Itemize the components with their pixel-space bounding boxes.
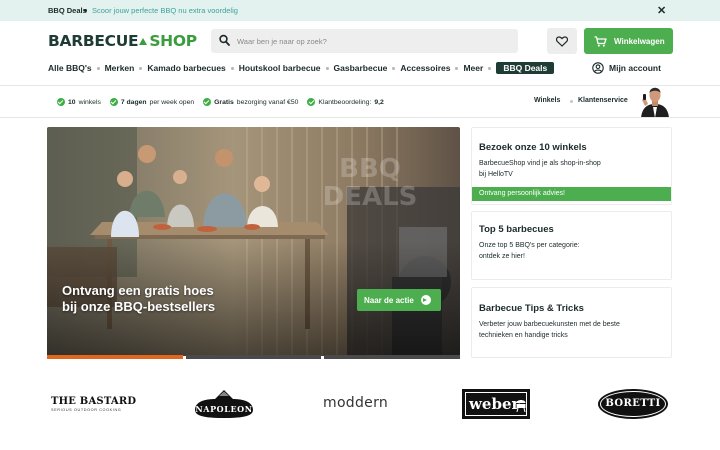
nav-item-charcoal[interactable]: Houtskool barbecue [239, 63, 321, 73]
nav-separator [325, 66, 329, 70]
brand-logo-napoleon[interactable]: NAPOLEON [191, 390, 257, 418]
nav-item-brands[interactable]: Merken [105, 63, 135, 73]
brand-logo-moddern[interactable]: moddern [323, 395, 388, 411]
account-label: Mijn account [609, 63, 661, 73]
brand-logo-the-bastard[interactable]: THE BASTARD SERIOUS OUTDOOR COOKING [51, 396, 136, 412]
card-title: Barbecue Tips & Tricks [479, 303, 584, 314]
pager-dot-3[interactable] [324, 355, 461, 359]
watermark-line-1: BBQ [339, 154, 401, 184]
card-text: BarbecueShop vind je als shop-in-shop bi… [479, 160, 601, 178]
close-icon[interactable]: ✕ [657, 4, 666, 17]
brand-name: weber [469, 395, 520, 413]
nav-item-more[interactable]: Meer [463, 63, 483, 73]
brand-name: NAPOLEON [195, 404, 253, 414]
site-logo[interactable]: BARBECUE SHOP [48, 32, 197, 50]
site-header: BARBECUE SHOP Winkelwagen [0, 21, 720, 61]
cart-button[interactable]: Winkelwagen [584, 28, 673, 54]
card-text: Onze top 5 BBQ's per categorie: ontdek z… [479, 242, 580, 260]
brand-name: BORETTI [605, 398, 661, 409]
promo-title[interactable]: BBQ Deals [48, 6, 87, 15]
check-icon [57, 98, 65, 106]
nav-separator [139, 66, 143, 70]
promo-text[interactable]: Scoor jouw perfecte BBQ nu extra voordel… [92, 6, 238, 15]
usp-free-bold: Gratis [214, 98, 234, 106]
hero-banner[interactable]: BBQ DEALS Ontvang een gratis hoes bij on… [47, 127, 460, 356]
brand-name: THE BASTARD [51, 396, 137, 407]
usp-rating-text: Klantbeoordeling: [318, 98, 372, 106]
search-bar [211, 29, 518, 53]
card-title: Top 5 barbecues [479, 224, 554, 235]
cart-icon [594, 35, 607, 47]
usp-open-days: 7 dagen per week open [109, 98, 195, 106]
hero-cta-button[interactable]: Naar de actie [357, 289, 441, 311]
stores-link[interactable]: Winkels [534, 97, 560, 104]
nav-item-accessories[interactable]: Accessoires [400, 63, 450, 73]
hero-title-line-2: bij onze BBQ-bestsellers [62, 298, 216, 314]
hero-cta-label: Naar de actie [364, 295, 414, 305]
usp-free-text: bezorging vanaf €50 [236, 98, 299, 106]
nav-item-gas[interactable]: Gasbarbecue [334, 63, 388, 73]
search-input[interactable] [237, 29, 507, 53]
search-icon[interactable] [219, 34, 230, 49]
nav-separator [96, 66, 100, 70]
logo-text-shop: SHOP [149, 32, 197, 50]
hero-title: Ontvang een gratis hoes bij onze BBQ-bes… [62, 283, 215, 314]
nav-separator [230, 66, 234, 70]
usp-free-delivery: Gratis bezorging vanaf €50 [203, 98, 298, 106]
pager-dot-2[interactable] [185, 355, 322, 359]
usp-bar: 10 winkels 7 dagen per week open Gratis … [57, 97, 384, 107]
nav-item-all-bbqs[interactable]: Alle BBQ's [48, 63, 92, 73]
usp-rating-score: 9,2 [374, 98, 384, 106]
card-top-5[interactable]: Top 5 barbecues Onze top 5 BBQ's per cat… [471, 211, 672, 280]
link-separator [570, 100, 573, 103]
watermark-line-2: DEALS [322, 182, 418, 212]
card-visit-stores[interactable]: Bezoek onze 10 winkels BarbecueShop vind… [471, 127, 672, 205]
card-title: Bezoek onze 10 winkels [479, 142, 587, 153]
nav-separator [455, 66, 459, 70]
usp-stores-count: 10 [68, 98, 76, 106]
pager-dot-1[interactable] [47, 355, 183, 359]
arrow-right-icon [420, 295, 431, 305]
cart-label: Winkelwagen [614, 36, 665, 46]
favorites-button[interactable] [547, 28, 577, 54]
check-icon [307, 98, 316, 106]
logo-text-barbecue: BARBECUE [48, 32, 139, 50]
brand-tagline: SERIOUS OUTDOOR COOKING [51, 408, 122, 412]
service-agent-avatar[interactable] [636, 82, 674, 118]
nav-item-bbq-deals[interactable]: BBQ Deals [496, 62, 555, 74]
brand-strip: THE BASTARD SERIOUS OUTDOOR COOKING NAPO… [0, 382, 720, 430]
weber-kettle-icon [516, 400, 526, 412]
logo-flame-icon [139, 37, 148, 46]
promo-separator [84, 9, 87, 12]
divider [0, 85, 720, 86]
check-icon [203, 98, 212, 106]
main-nav: Alle BBQ's Merken Kamado barbecues Houts… [48, 61, 673, 75]
card-tips-tricks[interactable]: Barbecue Tips & Tricks Verbeter jouw bar… [471, 287, 672, 358]
user-icon [592, 62, 604, 74]
check-icon [109, 98, 118, 106]
usp-stores: 10 winkels [57, 98, 101, 106]
usp-stores-text: winkels [78, 98, 101, 106]
brand-name: moddern [323, 395, 389, 411]
account-link[interactable]: Mijn account [592, 62, 661, 74]
card-advice-strip: Ontvang persoonlijk advies! [472, 187, 671, 201]
brand-logo-boretti[interactable]: BORETTI [598, 389, 668, 419]
hero-watermark: BBQ DEALS [315, 155, 425, 211]
divider [0, 117, 720, 118]
usp-open-days-bold: 7 dagen [120, 98, 147, 106]
heart-icon [556, 35, 568, 47]
nav-item-kamado[interactable]: Kamado barbecues [147, 63, 225, 73]
promo-bar: BBQ Deals Scoor jouw perfecte BBQ nu ext… [0, 0, 720, 21]
hero-pager [47, 355, 461, 359]
customer-service-link[interactable]: Klantenservice [578, 97, 628, 104]
nav-separator [392, 66, 396, 70]
brand-logo-weber[interactable]: weber [462, 389, 530, 419]
nav-separator [488, 66, 492, 70]
usp-rating: Klantbeoordeling: 9,2 [307, 98, 384, 106]
hero-title-line-1: Ontvang een gratis hoes [62, 283, 214, 298]
card-text: Verbeter jouw barbecuekunsten met de bes… [479, 321, 620, 339]
usp-open-days-text: per week open [149, 98, 195, 106]
